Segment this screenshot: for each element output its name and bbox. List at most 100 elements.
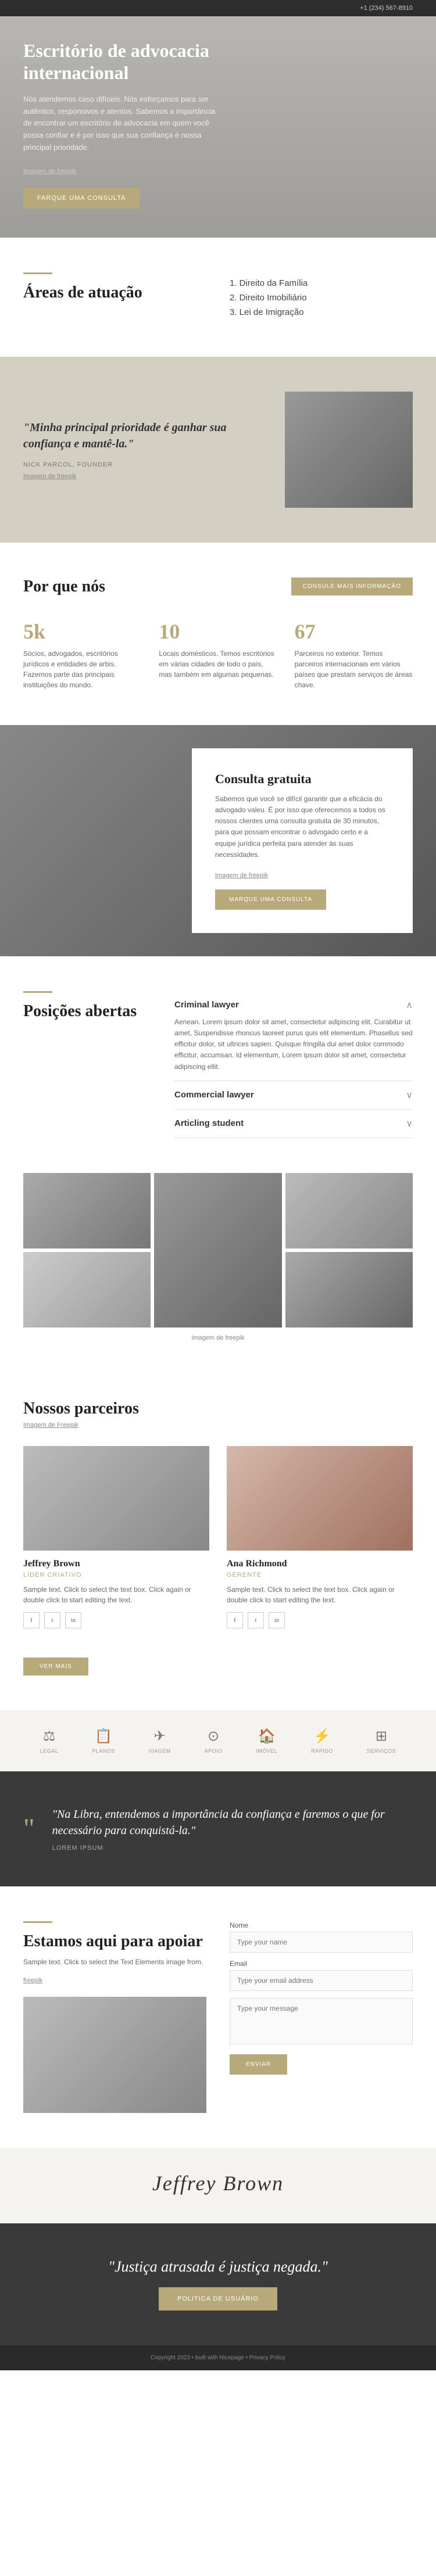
gallery-grid [23,1173,413,1328]
gallery-item-6 [285,1252,413,1328]
partner-ana: Ana Richmond GERENTE Sample text. Click … [227,1446,413,1628]
fast-icon: ⚡ [313,1728,331,1745]
icon-bar-support[interactable]: ⊙ APOIO [205,1728,223,1754]
gallery-item-3 [285,1173,413,1248]
hero-section: Escritório de advocacia internacional Nó… [0,16,436,238]
icon-bar-legal[interactable]: ⚖ LEGAL [40,1728,59,1754]
message-textarea[interactable] [230,1998,413,2044]
areas-left: Áreas de atuação [23,272,206,308]
positions-divider [23,991,52,993]
top-bar: +1 (234) 567-8910 [0,0,436,16]
support-image-link: freepik [23,1977,42,1984]
quote-text: "Minha principal prioridade é ganhar sua… [23,419,262,452]
consultation-card: Consulta gratuita Sabemos que você se di… [192,748,413,933]
support-section: Estamos aqui para apoiar Sample text. Cl… [0,1886,436,2148]
position-commercial-lawyer-header[interactable]: Commercial lawyer ∨ [174,1089,413,1101]
position-articling-student-arrow: ∨ [406,1118,413,1129]
services-icon: ⊞ [376,1728,387,1745]
form-submit-button[interactable]: ENVIAR [230,2054,287,2075]
quote-image [285,392,413,508]
gallery-item-2 [154,1173,281,1328]
positions-list: Criminal lawyer ∧ Aenean. Lorem ipsum do… [174,991,413,1138]
jeffrey-linkedin-icon[interactable]: in [65,1612,81,1628]
dark-quote-author: Lorem Ipsum [52,1845,413,1852]
partners-section: Nossos parceiros Imagem de Freepik Jeffr… [0,1376,436,1710]
consultation-button[interactable]: MARQUE UMA CONSULTA [215,889,326,910]
partners-more-button[interactable]: VER MAIS [23,1657,88,1676]
icon-bar-plans[interactable]: 📋 PLANOS [92,1728,115,1754]
gallery-caption: Imagem de freepik [23,1334,413,1341]
areas-right: 1. Direito da Família 2. Direito Imobili… [230,272,413,322]
footer-text: Copyright 2023 • built with Nicepage • P… [151,2355,285,2361]
support-divider [23,1921,52,1923]
hero-cta-button[interactable]: FARQUE UMA CONSULTA [23,188,140,209]
partner-jeffrey-role: LÍDER CRIATIVO [23,1572,209,1578]
stat-2-number: 10 [159,619,277,644]
quote-content: "Minha principal prioridade é ganhar sua… [23,419,262,480]
area-item-2: 2. Direito Imobiliário [230,293,413,303]
position-criminal-lawyer-header[interactable]: Criminal lawyer ∧ [174,999,413,1011]
legal-label: LEGAL [40,1748,59,1754]
hero-content: Escritório de advocacia internacional Nó… [0,16,244,238]
email-input[interactable] [230,1970,413,1991]
dark-quote-text: "Na Libra, entendemos a importância da c… [52,1806,413,1839]
areas-divider [23,272,52,274]
name-label: Nome [230,1921,413,1929]
position-commercial-lawyer-arrow: ∨ [406,1089,413,1101]
gallery-section: Imagem de freepik [0,1173,436,1376]
positions-title: Posições abertas [23,1002,151,1021]
jeffrey-twitter-icon[interactable]: t [44,1612,60,1628]
support-icon: ⊙ [208,1728,219,1745]
partner-ana-description: Sample text. Click to select the text bo… [227,1584,413,1605]
why-stats: 5k Sócios, advogados, escritórios jurídi… [23,619,413,690]
ana-twitter-icon[interactable]: t [248,1612,264,1628]
stat-2: 10 Locais domésticos. Temos escritórios … [159,619,277,690]
plans-label: PLANOS [92,1748,115,1754]
partner-ana-name: Ana Richmond [227,1559,413,1569]
areas-title: Áreas de atuação [23,284,206,302]
dark-quote-content: "Na Libra, entendemos a importância da c… [52,1806,413,1852]
support-label: APOIO [205,1748,223,1754]
quote-mark-icon: " [23,1813,35,1845]
quote-image-credit: Imagem de freepik [23,473,262,480]
icon-bar-travel[interactable]: ✈ VIAGEM [149,1728,171,1754]
ana-linkedin-icon[interactable]: in [269,1612,285,1628]
stat-3: 67 Parceiros no exterior. Temos parceiro… [295,619,413,690]
icon-bar-services[interactable]: ⊞ SERVIÇOS [367,1728,396,1754]
consultation-image-credit: Imagem de freepik [215,872,268,879]
why-header: Por que nós CONSULE MAIS INFORMAÇÃO [23,577,413,596]
position-articling-student-header[interactable]: Articling student ∨ [174,1118,413,1129]
stat-2-description: Locais domésticos. Temos escritórios em … [159,648,277,680]
final-quote-section: "Justiça atrasada é justiça negada." Pol… [0,2223,436,2345]
partners-image-credit: Imagem de Freepik [23,1422,413,1429]
property-icon: 🏠 [258,1728,276,1745]
partner-jeffrey: Jeffrey Brown LÍDER CRIATIVO Sample text… [23,1446,209,1628]
property-label: IMÓVEL [256,1748,277,1754]
final-quote-button[interactable]: Politica de Usuário [159,2287,277,2310]
email-label: Email [230,1960,413,1968]
jeffrey-facebook-icon[interactable]: f [23,1612,40,1628]
area-item-1: 1. Direito da Família [230,278,413,288]
partner-ana-avatar [227,1446,413,1551]
icon-bar-property[interactable]: 🏠 IMÓVEL [256,1728,277,1754]
footer: Copyright 2023 • built with Nicepage • P… [0,2345,436,2370]
name-input[interactable] [230,1932,413,1953]
position-commercial-lawyer-title: Commercial lawyer [174,1090,254,1100]
why-cta-button[interactable]: CONSULE MAIS INFORMAÇÃO [291,577,413,595]
icon-bar-fast[interactable]: ⚡ RÁPIDO [311,1728,333,1754]
stat-3-description: Parceiros no exterior. Temos parceiros i… [295,648,413,690]
area-item-3: 3. Lei de Imigração [230,307,413,317]
support-title: Estamos aqui para apoiar [23,1932,206,1951]
positions-section: Posições abertas Criminal lawyer ∧ Aenea… [0,956,436,1173]
support-person-image [23,1997,206,2113]
hero-description: Nós atendemos caso difíceis. Nós esforça… [23,94,221,154]
travel-icon: ✈ [154,1728,166,1745]
why-title: Por que nós [23,577,105,596]
signature-text: Jeffrey Brown [152,2171,284,2195]
partner-jeffrey-socials: f t in [23,1612,209,1628]
ana-facebook-icon[interactable]: f [227,1612,243,1628]
stat-1-number: 5k [23,619,141,644]
name-field-group: Nome [230,1921,413,1953]
support-left: Estamos aqui para apoiar Sample text. Cl… [23,1921,206,2113]
travel-label: VIAGEM [149,1748,171,1754]
